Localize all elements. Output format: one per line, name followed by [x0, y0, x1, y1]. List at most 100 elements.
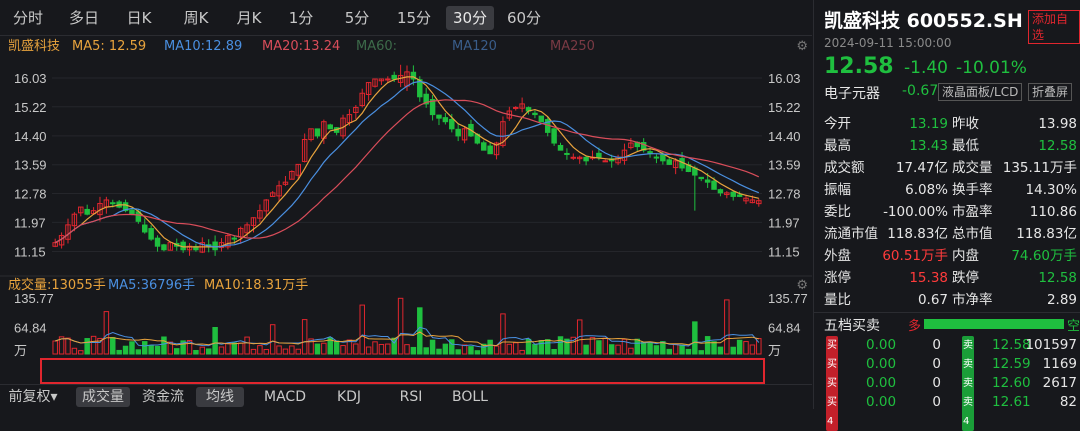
- volume-legend: 成交量:13055手 MA5:36796手 MA10:18.31万手 ⚙: [0, 276, 812, 296]
- sell-price: 12.60: [992, 375, 1031, 391]
- volume-bar: [199, 346, 206, 355]
- candle-body: [442, 117, 449, 123]
- volume-bar: [429, 339, 436, 355]
- orderbook-row: 买10.000卖112.58101597: [814, 336, 1080, 374]
- sector-name[interactable]: 电子元器: [824, 83, 880, 103]
- indicator-tab-2[interactable]: 资金流: [138, 387, 188, 407]
- price-tick-right: 11.15: [768, 245, 800, 260]
- volume-bar: [436, 348, 442, 355]
- quote-datetime: 2024-09-11 15:00:00: [824, 36, 952, 50]
- volume-bar: [212, 326, 218, 355]
- period-tab-1[interactable]: 多日: [66, 6, 102, 30]
- candle-body: [148, 228, 154, 240]
- orderbook-row: 买30.000卖312.602617: [814, 374, 1080, 412]
- period-tab-2[interactable]: 日K: [124, 6, 154, 30]
- volume-bar: [589, 337, 596, 355]
- stat-label: 最高: [824, 138, 851, 154]
- period-tab-3[interactable]: 周K: [178, 6, 214, 30]
- candle-body: [717, 189, 724, 194]
- orderbook-row: 买20.000卖212.591169: [814, 355, 1080, 393]
- candle-body: [129, 209, 135, 215]
- period-tab-8[interactable]: 30分: [446, 6, 494, 30]
- stat-label: 最低: [952, 138, 979, 154]
- candle-body: [212, 241, 218, 251]
- indicator-tab-6[interactable]: RSI: [396, 387, 426, 407]
- concept-tag-lcd[interactable]: 液晶面板/LCD: [938, 83, 1023, 101]
- stat-label: 跌停: [952, 270, 979, 286]
- volume-bar: [122, 345, 129, 355]
- volume-tick-left: 万: [14, 343, 27, 358]
- volume-bar: [154, 345, 161, 355]
- candle-body: [487, 145, 493, 155]
- kline-chart[interactable]: 16.03 16.03 15.22 15.22 14.40 14.40 13.59 13.59…: [0, 58, 812, 358]
- period-tab-6[interactable]: 5分: [344, 6, 370, 30]
- period-tab-7[interactable]: 15分: [396, 6, 432, 30]
- indicator-tab-0[interactable]: 前复权▾: [4, 387, 62, 407]
- stat-value: 74.60万手: [1011, 248, 1077, 264]
- price-change-pct: -10.01%: [956, 58, 1027, 78]
- candle-body: [154, 237, 161, 247]
- date-axis-highlight: [40, 358, 765, 384]
- candle-body: [557, 145, 564, 151]
- indicator-tab-7[interactable]: BOLL: [448, 387, 492, 407]
- ma-legend: 凯盛科技 MA5: 12.59 MA10:12.89 MA20:13.24 MA…: [0, 36, 812, 58]
- candle-body: [142, 224, 148, 233]
- candle-body: [564, 152, 570, 155]
- stat-row: 今开 13.19 昨收 13.98: [814, 114, 1080, 134]
- volume-bar: [237, 342, 244, 355]
- volume-bar: [161, 336, 167, 355]
- stat-value: 12.58: [1038, 270, 1077, 286]
- quote-panel: 凯盛科技 600552.SH 添加自选 2024-09-11 15:00:00 …: [813, 0, 1080, 431]
- add-watchlist-button[interactable]: 添加自选: [1028, 10, 1080, 44]
- period-tab-0[interactable]: 分时: [10, 6, 46, 30]
- period-tab-4[interactable]: 月K: [232, 6, 266, 30]
- stat-value: 12.58: [1038, 138, 1077, 154]
- volume-bar: [474, 350, 481, 355]
- stat-label: 量比: [824, 292, 851, 308]
- candle-body: [84, 208, 90, 215]
- volume-legend-ma5: MA5:36796手: [108, 278, 196, 293]
- period-tab-5[interactable]: 1分: [288, 6, 314, 30]
- volume-bar: [205, 348, 212, 355]
- chart-settings-gear-icon[interactable]: ⚙: [796, 36, 808, 58]
- stat-label: 换手率: [952, 182, 993, 198]
- volume-bar: [173, 348, 180, 355]
- volume-bar: [461, 344, 468, 355]
- stat-label: 振幅: [824, 182, 851, 198]
- stat-value: 110.86: [1029, 204, 1077, 220]
- indicator-tab-4[interactable]: MACD: [258, 387, 312, 407]
- volume-bar: [103, 311, 110, 355]
- stat-value: 118.83亿: [1016, 226, 1077, 242]
- volume-bar: [736, 339, 743, 355]
- volume-tick-right: 万: [768, 343, 781, 358]
- period-tab-9[interactable]: 60分: [504, 6, 544, 30]
- candle-body: [481, 142, 487, 151]
- volume-settings-gear-icon[interactable]: ⚙: [796, 276, 808, 296]
- volume-bar: [538, 340, 545, 355]
- stat-label: 市净率: [952, 292, 993, 308]
- volume-bar: [78, 350, 84, 355]
- candle-body: [231, 237, 238, 240]
- candle-body: [660, 154, 666, 162]
- orderbook-bull-label: 多: [908, 319, 922, 334]
- volume-bar: [442, 343, 449, 355]
- indicator-tab-5[interactable]: KDJ: [330, 387, 368, 407]
- volume-bar: [493, 345, 500, 355]
- stat-label: 成交量: [952, 160, 993, 176]
- ma20-line: [54, 99, 760, 244]
- ma5-line: [54, 76, 759, 248]
- stat-label: 涨停: [824, 270, 851, 286]
- indicator-tab-3[interactable]: 均线: [196, 387, 244, 407]
- stat-value: 118.83亿: [887, 226, 948, 242]
- sector-change: -0.67: [902, 83, 939, 99]
- volume-bar: [551, 348, 557, 355]
- volume-bar: [301, 319, 308, 355]
- concept-tag-foldable[interactable]: 折叠屏: [1028, 83, 1073, 101]
- candle-body: [538, 115, 545, 123]
- indicator-tab-1[interactable]: 成交量: [76, 387, 130, 407]
- indicator-tabbar: 前复权▾ 成交量 资金流 均线 MACD KDJ RSI BOLL: [0, 384, 812, 409]
- stat-row: 量比 0.67 市净率 2.89: [814, 290, 1080, 310]
- candle-body: [666, 159, 672, 165]
- candle-body: [391, 74, 397, 80]
- legend-ma20: MA20:13.24: [262, 39, 341, 54]
